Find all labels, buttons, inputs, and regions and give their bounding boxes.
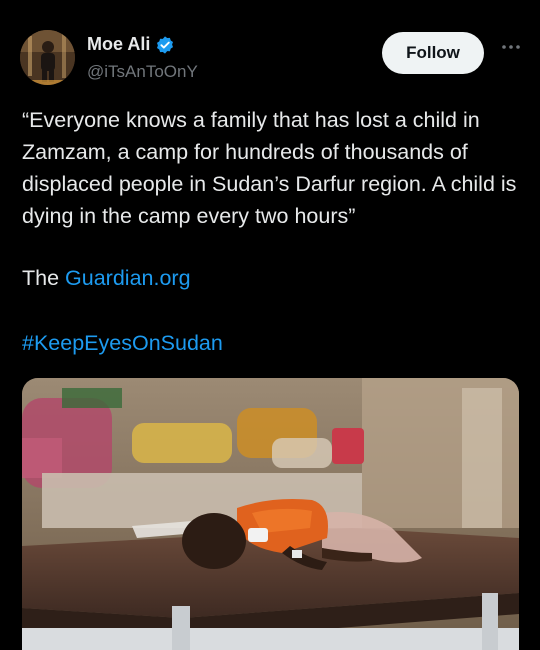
tweet-text: “Everyone knows a family that has lost a… (22, 108, 517, 228)
source-line: The Guardian.org (22, 266, 191, 291)
display-name[interactable]: Moe Ali (87, 34, 150, 55)
verified-badge-icon (155, 35, 175, 55)
person-avatar-icon (20, 30, 75, 85)
user-handle[interactable]: @iTsAnToOnY (87, 62, 198, 82)
source-link[interactable]: Guardian.org (65, 266, 191, 290)
follow-button[interactable]: Follow (382, 32, 484, 74)
more-horizontal-icon[interactable] (498, 40, 524, 62)
hashtag-link[interactable]: #KeepEyesOnSudan (22, 331, 223, 356)
avatar[interactable] (20, 30, 75, 85)
hospital-photo-image (22, 378, 519, 650)
tweet-header: Moe Ali @iTsAnToOnY Follow (20, 30, 524, 86)
source-prefix: The (22, 266, 60, 290)
tweet-photo[interactable] (22, 378, 519, 650)
name-row: Moe Ali (87, 34, 175, 55)
